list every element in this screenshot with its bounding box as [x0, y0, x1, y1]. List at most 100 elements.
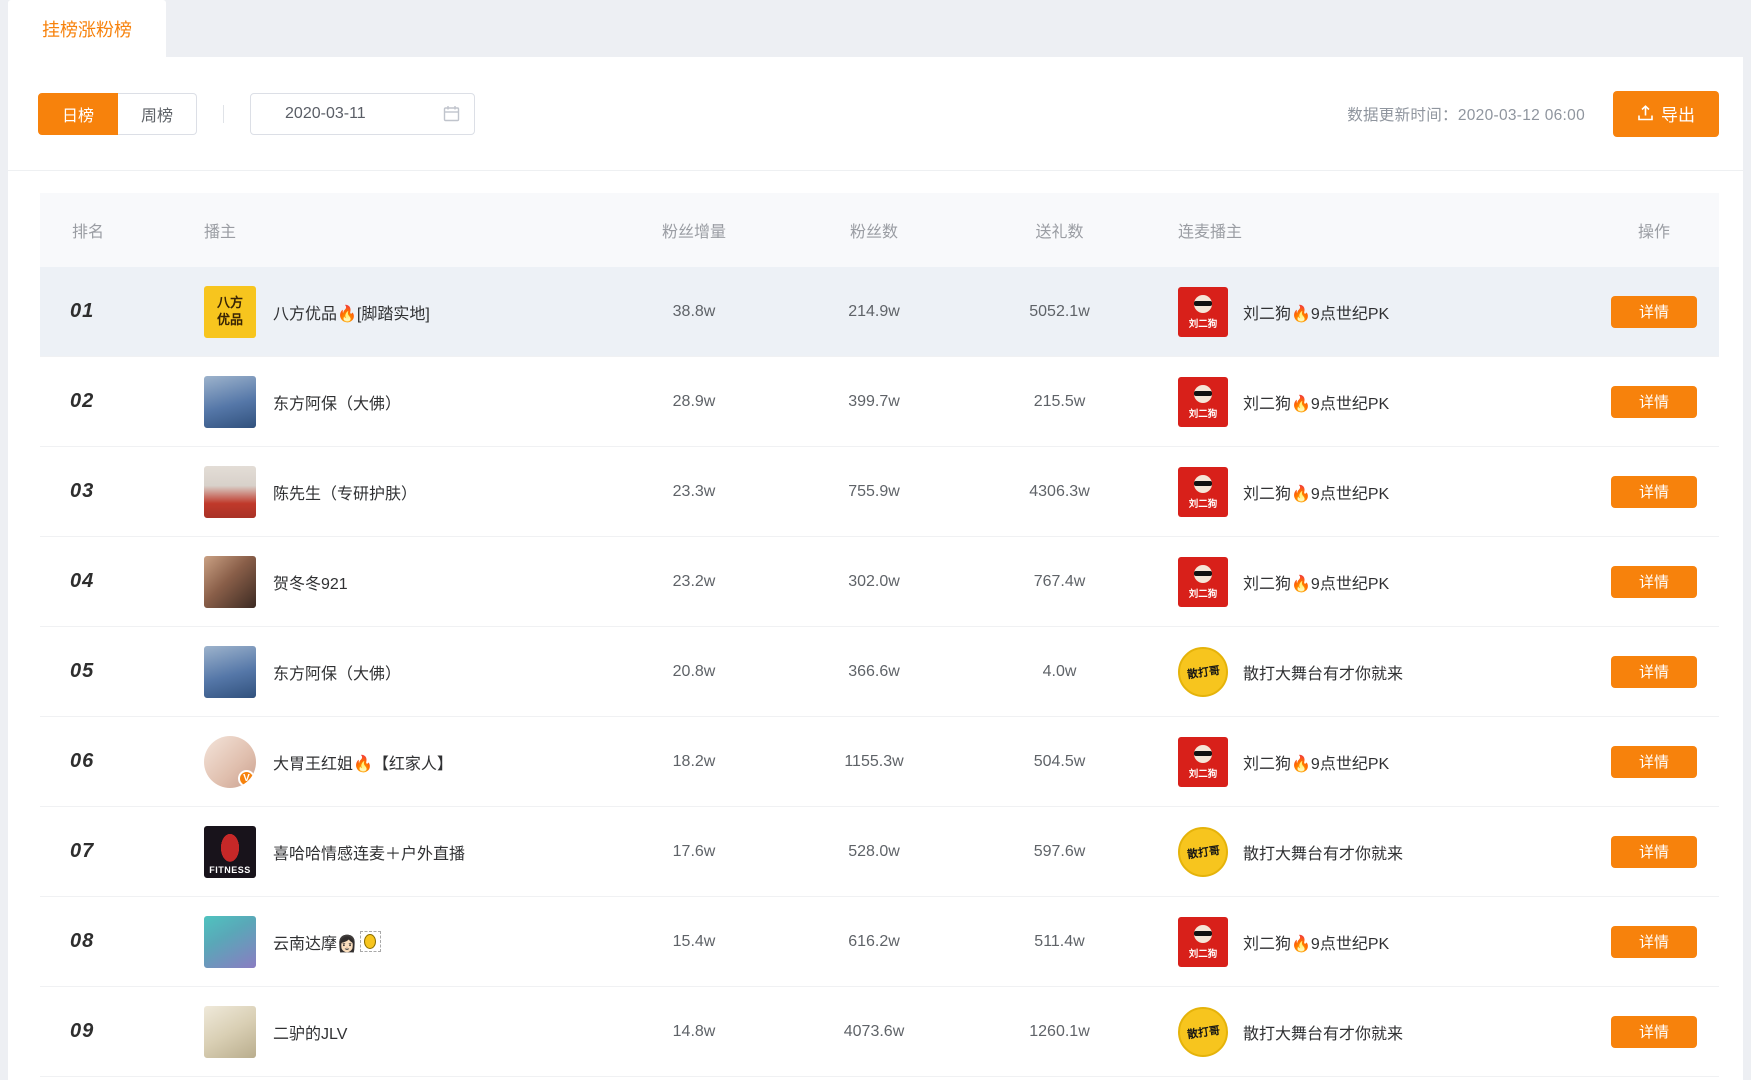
streamer-avatar[interactable]: [204, 376, 256, 428]
header-action: 操作: [1535, 218, 1719, 242]
missing-emoji-placeholder: [360, 931, 381, 952]
co-streamer-name[interactable]: 刘二狗🔥9点世纪PK: [1243, 930, 1389, 954]
verified-badge: V: [238, 770, 255, 787]
streamer-cell: 云南达摩👩🏻: [174, 916, 604, 968]
co-streamer-name[interactable]: 刘二狗🔥9点世纪PK: [1243, 750, 1389, 774]
streamer-name[interactable]: 贺冬冬921: [273, 570, 348, 594]
export-icon: [1637, 105, 1654, 122]
detail-button[interactable]: 详情: [1611, 476, 1697, 508]
co-avatar-label: 刘二狗: [1189, 316, 1218, 330]
co-streamer-name[interactable]: 刘二狗🔥9点世纪PK: [1243, 300, 1389, 324]
fan-total-value: 528.0w: [784, 843, 964, 861]
streamer-avatar[interactable]: [204, 916, 256, 968]
co-avatar-face: [1194, 745, 1212, 763]
co-avatar-face: [1194, 925, 1212, 943]
fan-total-value: 616.2w: [784, 933, 964, 951]
co-streamer-cell: 刘二狗 刘二狗🔥9点世纪PK: [1155, 287, 1535, 337]
co-streamer-avatar[interactable]: 刘二狗: [1178, 377, 1228, 427]
co-avatar-label: 散打哥: [1186, 661, 1221, 681]
co-streamer-avatar[interactable]: 刘二狗: [1178, 287, 1228, 337]
fan-total-value: 1155.3w: [784, 753, 964, 771]
streamer-avatar[interactable]: FITNESS: [204, 826, 256, 878]
toolbar-right: 数据更新时间：2020-03-12 06:00 导出: [1347, 91, 1719, 137]
detail-button[interactable]: 详情: [1611, 656, 1697, 688]
co-streamer-avatar[interactable]: 刘二狗: [1178, 557, 1228, 607]
rank: 09: [40, 1020, 174, 1043]
tab-bar: 挂榜涨粉榜: [8, 0, 1743, 57]
fan-total-value: 214.9w: [784, 303, 964, 321]
streamer-avatar[interactable]: [204, 466, 256, 518]
rank: 03: [40, 480, 174, 503]
toolbar-divider: [223, 105, 224, 123]
co-streamer-cell: 刘二狗 刘二狗🔥9点世纪PK: [1155, 377, 1535, 427]
fan-increase-value: 20.8w: [604, 663, 784, 681]
table-row: 08 云南达摩👩🏻 15.4w 616.2w 511.4w 刘二狗 刘二狗🔥9点…: [40, 897, 1719, 987]
streamer-avatar[interactable]: V: [204, 736, 256, 788]
co-streamer-avatar[interactable]: 刘二狗: [1178, 467, 1228, 517]
weekly-rank-button[interactable]: 周榜: [118, 93, 197, 135]
co-streamer-avatar[interactable]: 刘二狗: [1178, 737, 1228, 787]
detail-button[interactable]: 详情: [1611, 926, 1697, 958]
detail-button[interactable]: 详情: [1611, 386, 1697, 418]
co-streamer-name[interactable]: 刘二狗🔥9点世纪PK: [1243, 480, 1389, 504]
tab-fan-growth-ranking[interactable]: 挂榜涨粉榜: [8, 0, 166, 57]
streamer-avatar[interactable]: [204, 1006, 256, 1058]
streamer-avatar[interactable]: [204, 646, 256, 698]
streamer-name[interactable]: 云南达摩👩🏻: [273, 930, 381, 954]
action-cell: 详情: [1535, 1016, 1719, 1048]
co-streamer-name[interactable]: 刘二狗🔥9点世纪PK: [1243, 570, 1389, 594]
streamer-name[interactable]: 陈先生（专研护肤）: [273, 480, 417, 504]
streamer-name[interactable]: 二驴的JLV: [273, 1020, 347, 1044]
table-row: 09 二驴的JLV 14.8w 4073.6w 1260.1w 散打哥 散打大舞…: [40, 987, 1719, 1077]
streamer-name-text: 东方阿保（大佛）: [273, 660, 401, 684]
co-streamer-name[interactable]: 散打大舞台有才你就来: [1243, 840, 1403, 864]
table-row: 06 V 大胃王红姐🔥【红家人】 18.2w 1155.3w 504.5w 刘二…: [40, 717, 1719, 807]
rank: 07: [40, 840, 174, 863]
detail-button[interactable]: 详情: [1611, 746, 1697, 778]
co-streamer-avatar[interactable]: 散打哥: [1178, 647, 1228, 697]
streamer-avatar[interactable]: 八方优品: [204, 286, 256, 338]
gift-count-value: 767.4w: [964, 573, 1155, 591]
tab-label: 挂榜涨粉榜: [42, 16, 132, 42]
streamer-name[interactable]: 八方优品🔥[脚踏实地]: [273, 300, 430, 324]
date-picker[interactable]: 2020-03-11: [250, 93, 475, 135]
toolbar: 日榜 周榜 2020-03-11 数据更新时间：2020-03-12 06:00: [8, 57, 1743, 171]
export-label: 导出: [1661, 101, 1695, 126]
export-button[interactable]: 导出: [1613, 91, 1719, 137]
fan-total-value: 366.6w: [784, 663, 964, 681]
fan-increase-value: 18.2w: [604, 753, 784, 771]
co-streamer-name[interactable]: 散打大舞台有才你就来: [1243, 660, 1403, 684]
action-cell: 详情: [1535, 836, 1719, 868]
co-streamer-cell: 刘二狗 刘二狗🔥9点世纪PK: [1155, 467, 1535, 517]
co-avatar-label: 刘二狗: [1189, 946, 1218, 960]
detail-button[interactable]: 详情: [1611, 1016, 1697, 1048]
co-avatar-label: 散打哥: [1186, 841, 1221, 861]
co-avatar-label: 刘二狗: [1189, 496, 1218, 510]
streamer-name[interactable]: 喜哈哈情感连麦＋户外直播: [273, 840, 465, 864]
co-avatar-label: 刘二狗: [1189, 586, 1218, 600]
detail-button[interactable]: 详情: [1611, 566, 1697, 598]
streamer-name-text: 大胃王红姐🔥【红家人】: [273, 750, 453, 774]
fan-increase-value: 15.4w: [604, 933, 784, 951]
streamer-name-text: 贺冬冬921: [273, 570, 348, 594]
streamer-name[interactable]: 大胃王红姐🔥【红家人】: [273, 750, 453, 774]
header-fan-total: 粉丝数: [784, 218, 964, 242]
co-streamer-name[interactable]: 刘二狗🔥9点世纪PK: [1243, 390, 1389, 414]
co-streamer-avatar[interactable]: 刘二狗: [1178, 917, 1228, 967]
streamer-name-text: 喜哈哈情感连麦＋户外直播: [273, 840, 465, 864]
co-streamer-name[interactable]: 散打大舞台有才你就来: [1243, 1020, 1403, 1044]
streamer-avatar[interactable]: [204, 556, 256, 608]
detail-button[interactable]: 详情: [1611, 296, 1697, 328]
streamer-name[interactable]: 东方阿保（大佛）: [273, 660, 401, 684]
daily-rank-button[interactable]: 日榜: [38, 93, 118, 135]
streamer-name-text: 二驴的JLV: [273, 1020, 347, 1044]
rank: 01: [40, 300, 174, 323]
header-co-streamer: 连麦播主: [1155, 218, 1535, 242]
co-streamer-avatar[interactable]: 散打哥: [1178, 827, 1228, 877]
table-header: 排名 播主 粉丝增量 粉丝数 送礼数 连麦播主 操作: [40, 193, 1719, 267]
streamer-name[interactable]: 东方阿保（大佛）: [273, 390, 401, 414]
avatar-label: FITNESS: [209, 865, 251, 875]
streamer-name-text: 云南达摩👩🏻: [273, 930, 357, 954]
detail-button[interactable]: 详情: [1611, 836, 1697, 868]
co-streamer-avatar[interactable]: 散打哥: [1178, 1007, 1228, 1057]
